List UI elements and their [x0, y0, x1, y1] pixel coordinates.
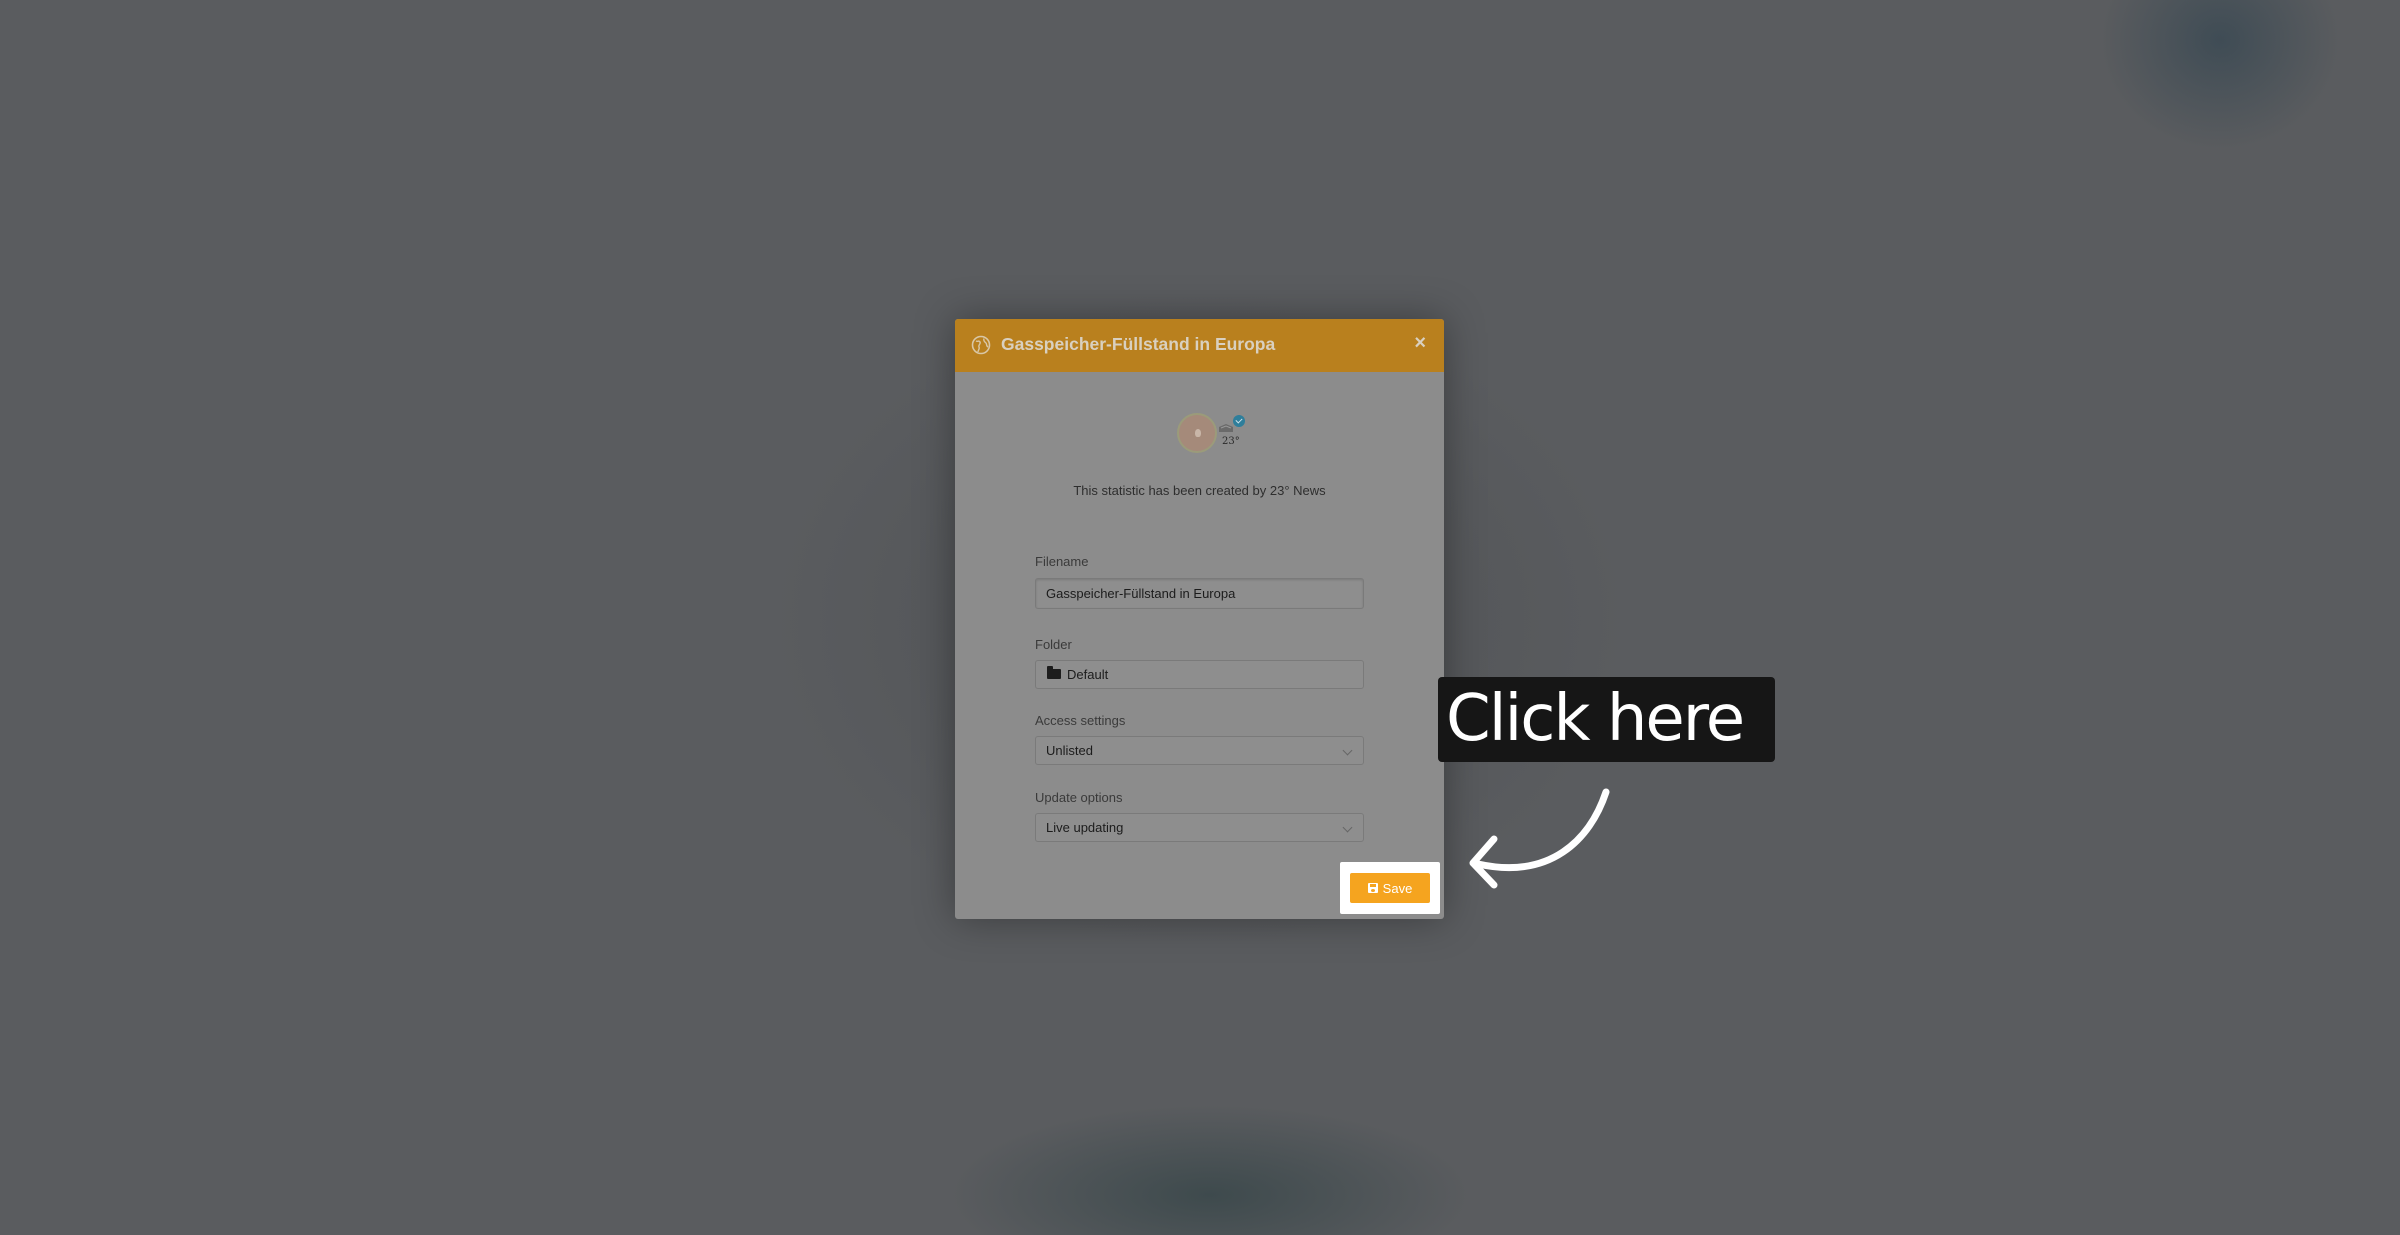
- chevron-down-icon: [1342, 822, 1353, 833]
- folder-label: Folder: [1035, 637, 1072, 652]
- avatar: [1177, 413, 1217, 453]
- access-settings-select[interactable]: Unlisted: [1035, 736, 1364, 765]
- filename-input[interactable]: [1035, 578, 1364, 609]
- update-options-value: Live updating: [1046, 820, 1124, 835]
- folder-value: Default: [1067, 667, 1109, 682]
- modal-header: Gasspeicher-Füllstand in Europa ×: [955, 319, 1444, 372]
- curved-arrow-icon: [1469, 788, 1610, 889]
- chevron-down-icon: [1342, 745, 1353, 756]
- click-here-callout: Click here: [1438, 677, 1775, 762]
- close-icon[interactable]: ×: [1414, 332, 1426, 355]
- update-options-select[interactable]: Live updating: [1035, 813, 1364, 842]
- creator-attribution: This statistic has been created by 23° N…: [1073, 483, 1326, 498]
- folder-select[interactable]: Default: [1035, 660, 1364, 689]
- verified-badge-icon: [1233, 415, 1245, 427]
- filename-label: Filename: [1035, 554, 1089, 569]
- save-button-label: Save: [1382, 880, 1413, 896]
- floppy-disk-icon: [1367, 883, 1378, 893]
- update-options-label: Update options: [1035, 790, 1123, 805]
- publisher-logo-text: 23°: [1222, 436, 1240, 447]
- access-settings-label: Access settings: [1035, 713, 1126, 728]
- save-statistic-modal: Gasspeicher-Füllstand in Europa × 23° Th…: [955, 319, 1444, 919]
- creator-avatar-group: 23°: [1177, 413, 1247, 459]
- modal-title: Gasspeicher-Füllstand in Europa: [1001, 334, 1276, 354]
- save-button[interactable]: Save: [1350, 873, 1430, 903]
- folder-icon: [1047, 666, 1061, 680]
- globe-icon: [971, 335, 991, 355]
- callout-text: Click here: [1446, 682, 1745, 756]
- access-settings-value: Unlisted: [1046, 743, 1093, 758]
